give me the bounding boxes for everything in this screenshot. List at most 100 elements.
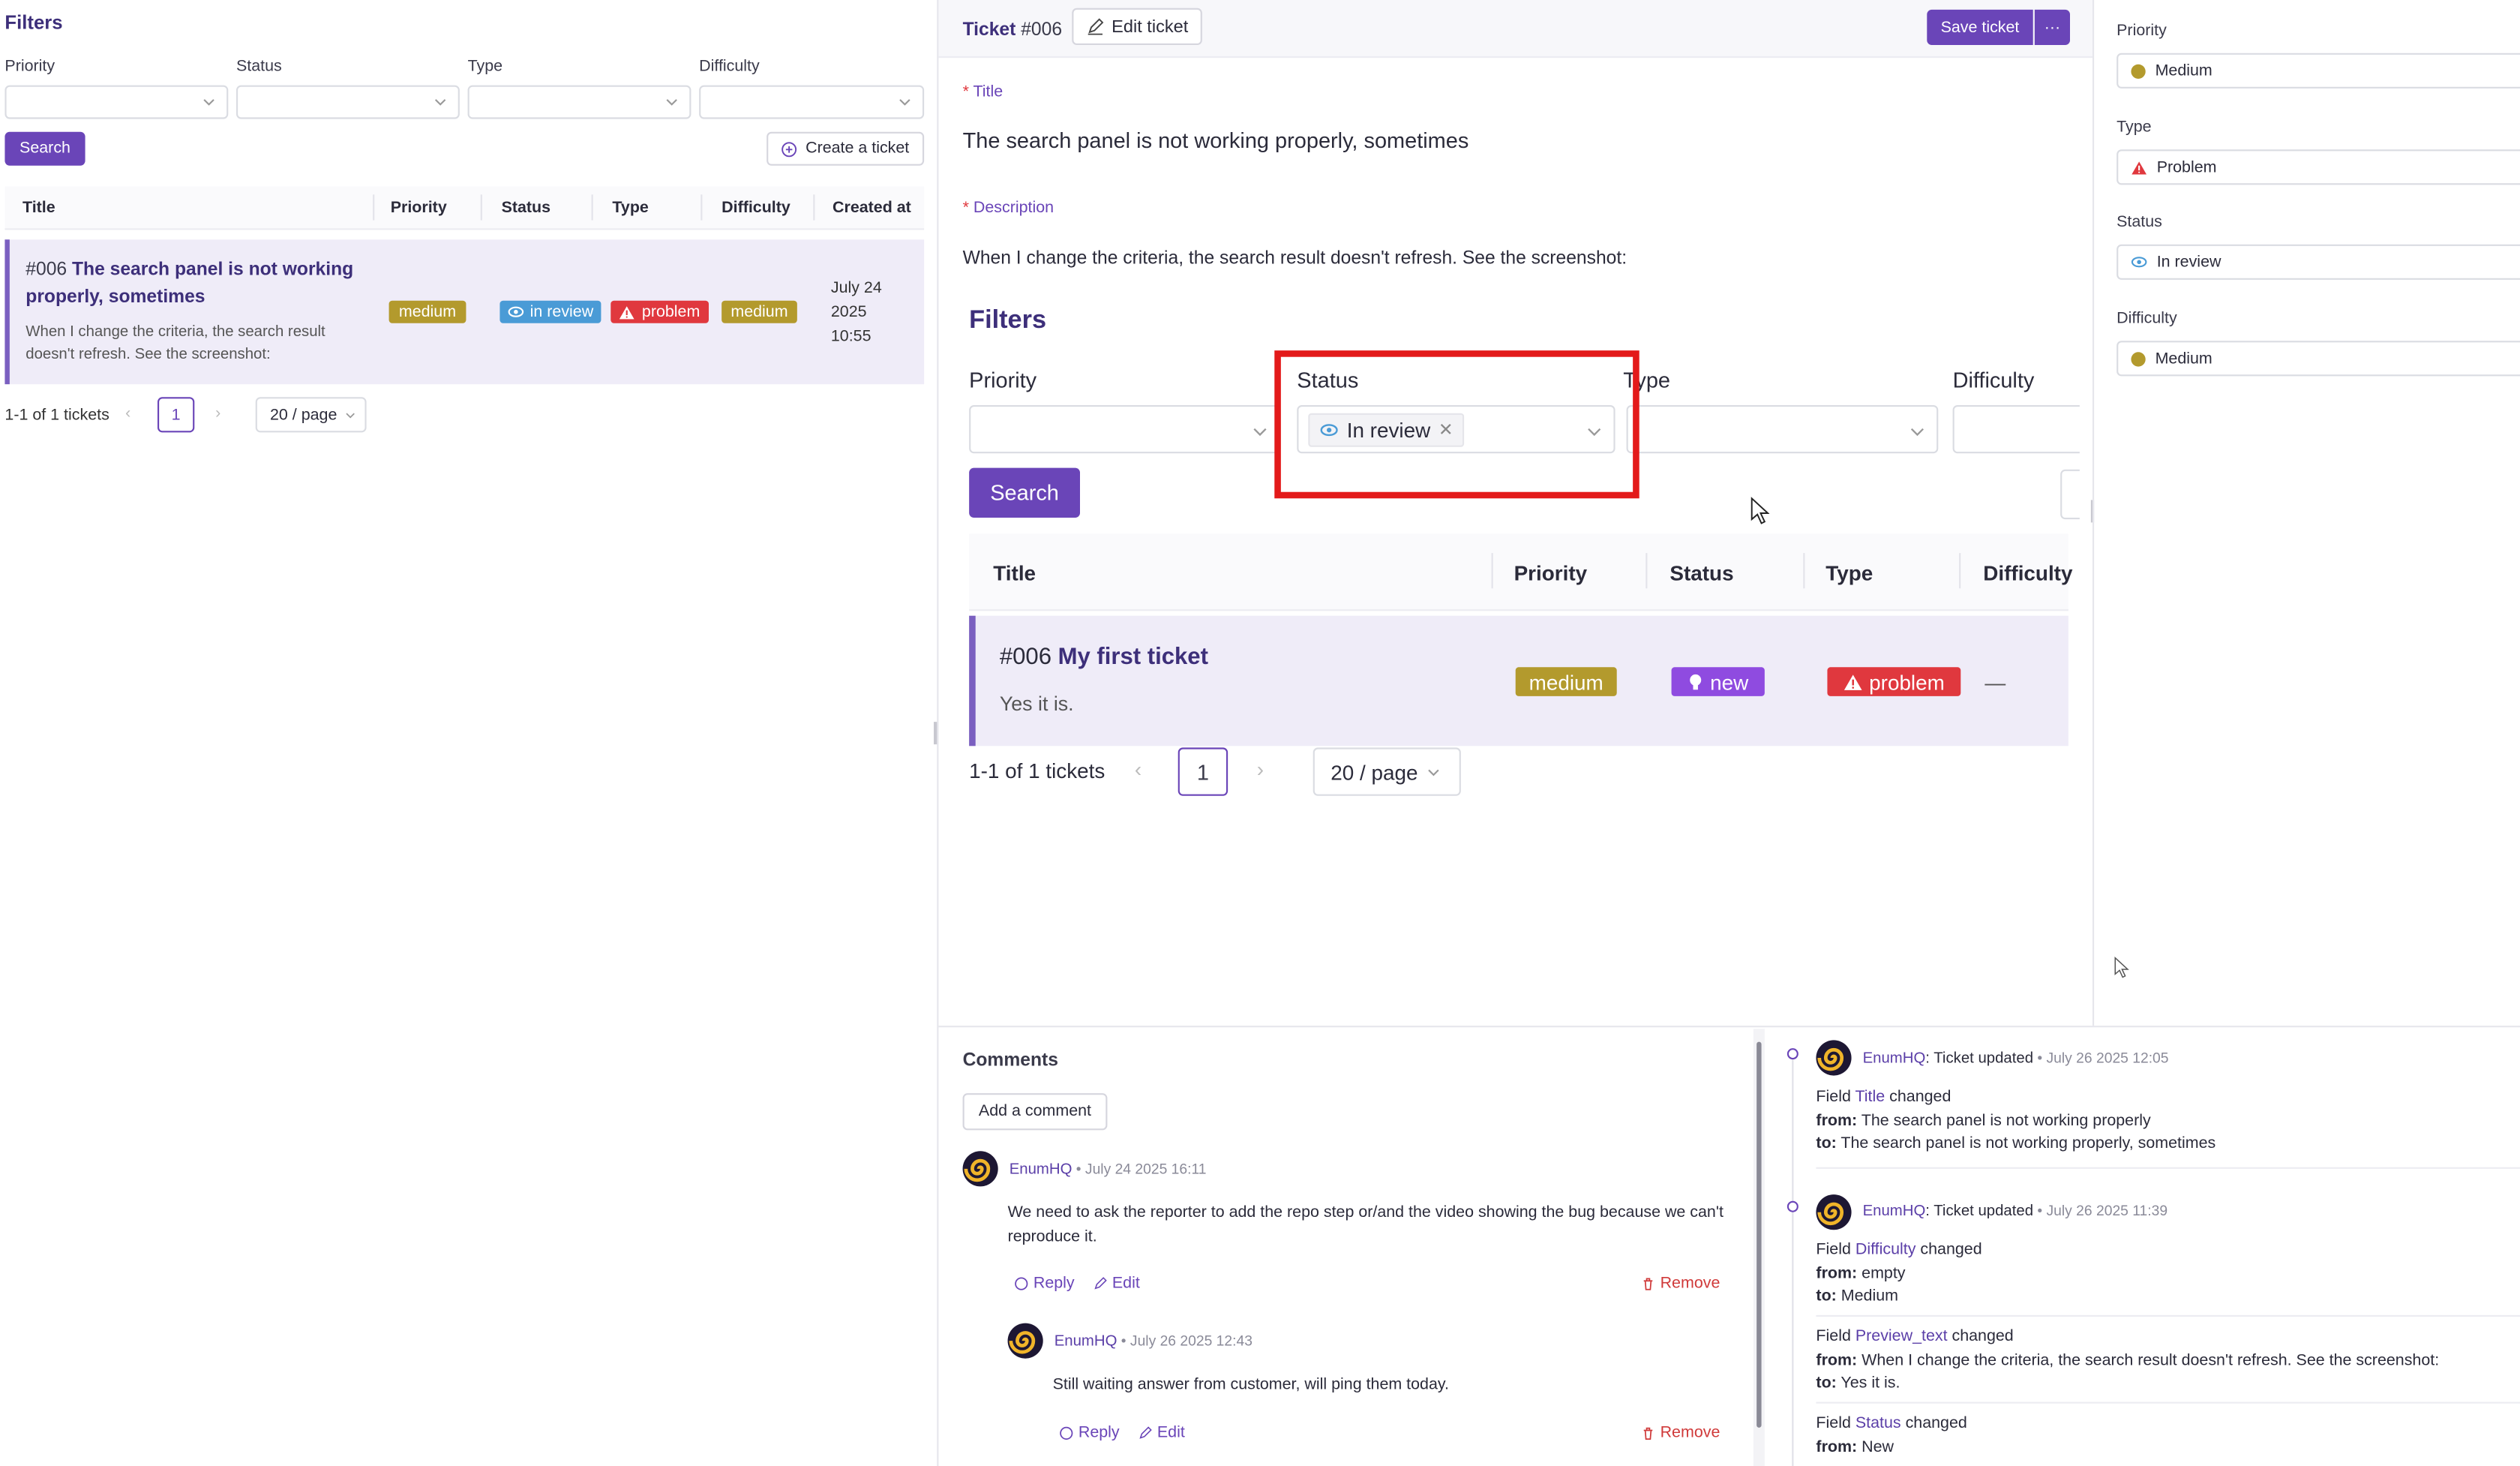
history-divider [1816, 1314, 2520, 1317]
shot-type-badge: problem [1827, 667, 1961, 696]
page-size-label: 20 / page [270, 406, 338, 424]
from-value: When I change the criteria, the search r… [1862, 1352, 2440, 1370]
priority-filter-select[interactable] [4, 85, 229, 119]
to-word: to: [1816, 1287, 1837, 1305]
type-filter-select[interactable] [467, 85, 692, 119]
pencil-icon [1087, 18, 1103, 35]
change-to: to: Medium [1816, 1287, 1898, 1305]
col-type: Type [612, 199, 649, 218]
to-value: Yes it is. [1840, 1374, 1900, 1392]
field-name: Difficulty [1855, 1241, 1916, 1259]
changed-word: changed [1920, 1241, 1982, 1259]
add-comment-button[interactable]: Add a comment [962, 1093, 1108, 1131]
chevron-down-icon [434, 99, 446, 106]
edit-comment-button[interactable]: Edit [1093, 1275, 1140, 1293]
chevron-down-icon [899, 99, 910, 106]
edit-ticket-label: Edit ticket [1112, 17, 1189, 37]
resize-handle[interactable] [934, 722, 938, 745]
comments-title: Comments [962, 1051, 1058, 1071]
field-name: Status [1855, 1414, 1901, 1433]
ticket-label: Ticket [962, 20, 1016, 41]
remove-label: Remove [1660, 1275, 1720, 1293]
difficulty-filter-label: Difficulty [699, 58, 760, 76]
trash-icon [1643, 1278, 1653, 1290]
sidebar-divider [2092, 0, 2095, 1026]
chevron-down-icon [203, 99, 214, 106]
change-to: to: Yes it is. [1816, 1374, 1900, 1392]
chat-icon [1015, 1277, 1028, 1290]
history-header: EnumHQ: Ticket updated • July 26 2025 11… [1862, 1202, 2168, 1221]
field-word: Field [1816, 1088, 1851, 1107]
search-button[interactable]: Search [4, 131, 86, 166]
next-page-icon[interactable]: › [215, 405, 220, 423]
remove-comment-button[interactable]: Remove [1641, 1275, 1720, 1293]
sidebar-status-select[interactable]: In review [2116, 244, 2520, 280]
row-title[interactable]: #006 The search panel is not working pro… [26, 257, 363, 312]
changed-word: changed [1952, 1328, 2014, 1346]
comment-author: EnumHQ [1009, 1161, 1072, 1179]
shot-row-title: #006 My first ticket [1000, 644, 1208, 670]
remove-comment-button[interactable]: Remove [1641, 1425, 1720, 1442]
reply-button[interactable]: Reply [1059, 1424, 1120, 1443]
sidebar-difficulty-value: Medium [2155, 350, 2212, 368]
comment-text-line2: reproduce it. [1007, 1228, 1097, 1246]
edit-ticket-button[interactable]: Edit ticket [1072, 8, 1202, 45]
comment-header: EnumHQ • July 24 2025 16:11 [1009, 1161, 1207, 1179]
panel-divider [937, 0, 939, 1466]
comment-text-line1: Still waiting answer from customer, will… [1052, 1376, 1449, 1394]
page-size-select[interactable]: 20 / page [255, 397, 367, 433]
difficulty-badge: medium [722, 300, 797, 323]
change-field: Field Title changed [1816, 1089, 1951, 1107]
warning-icon [1844, 674, 1862, 689]
shot-col-title: Title [993, 560, 1036, 585]
shot-row-number: #006 [999, 644, 1052, 671]
change-field: Field Difficulty changed [1816, 1241, 1982, 1259]
scrollbar-thumb[interactable] [1756, 1041, 1762, 1428]
shot-search-button: Search [969, 467, 1080, 518]
history-author: EnumHQ [1862, 1050, 1926, 1068]
title-value[interactable]: The search panel is not working properly… [963, 128, 1469, 152]
filters-title: Filters [4, 11, 63, 34]
shot-pagination-total: 1-1 of 1 tickets [969, 759, 1106, 783]
sidebar-priority-select[interactable]: Medium [2116, 53, 2520, 89]
reply-button[interactable]: Reply [1014, 1275, 1075, 1293]
avatar [1816, 1194, 1852, 1230]
reply-label: Reply [1078, 1424, 1120, 1443]
sidebar-priority-value: Medium [2155, 62, 2212, 80]
trash-icon [1643, 1427, 1653, 1440]
more-actions-button[interactable]: ··· [2034, 9, 2070, 45]
history-divider [1816, 1167, 2520, 1169]
shot-difficulty-label: Difficulty [1952, 368, 2035, 392]
sidebar-type-select[interactable]: Problem [2116, 149, 2520, 185]
col-status: Status [501, 199, 551, 218]
save-ticket-button[interactable]: Save ticket [1927, 9, 2033, 45]
edit-comment-button[interactable]: Edit [1138, 1425, 1185, 1442]
pagination-total: 1-1 of 1 tickets [4, 407, 110, 425]
field-word: Field [1816, 1414, 1851, 1433]
pencil-icon [1139, 1426, 1152, 1439]
create-ticket-button[interactable]: Create a ticket [766, 131, 925, 166]
shot-create-button [2060, 469, 2080, 520]
sidebar-difficulty-select[interactable]: Medium [2116, 341, 2520, 377]
chevron-down-icon [1253, 428, 1267, 437]
mouse-cursor-icon [1750, 497, 1770, 524]
shot-type-badge-label: problem [1869, 669, 1945, 694]
sidebar-type-value: Problem [2156, 158, 2217, 176]
type-filter-label: Type [467, 58, 503, 76]
description-text[interactable]: When I change the criteria, the search r… [963, 249, 1628, 269]
history-divider [1816, 1401, 2520, 1404]
status-filter-select[interactable] [236, 85, 460, 119]
page-1-button[interactable]: 1 [158, 397, 195, 433]
from-word: from: [1816, 1112, 1858, 1131]
app-window: Filters Priority Status Type Difficulty … [0, 0, 2520, 1466]
col-difficulty: Difficulty [722, 199, 790, 218]
prev-page-icon[interactable]: ‹ [125, 405, 130, 423]
comment-author: EnumHQ [1054, 1332, 1118, 1350]
ticket-heading: Ticket #006 [963, 21, 1062, 41]
chat-icon [1060, 1426, 1073, 1440]
lightbulb-icon [1690, 673, 1702, 689]
field-name: Preview_text [1855, 1328, 1948, 1346]
difficulty-filter-select[interactable] [699, 85, 925, 119]
shot-priority-label: Priority [969, 368, 1037, 392]
avatar [1816, 1040, 1852, 1076]
